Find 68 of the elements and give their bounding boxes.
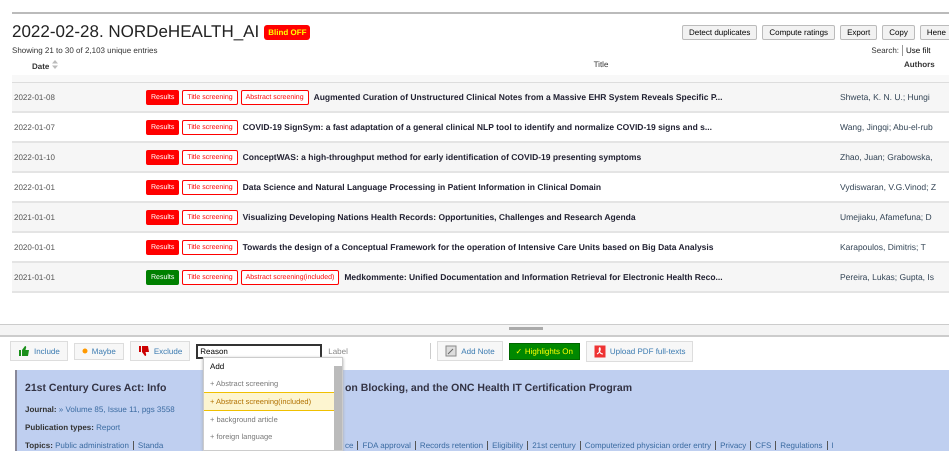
title-cell: Visualizing Developing Nations Health Records: Opportunities, Challenges and Research Agenda bbox=[242, 212, 636, 222]
date-cell-text: 2022-01-01 bbox=[13, 182, 56, 192]
title-cell: COVID-19 SignSym: a fast adaptation of a general clinical NLP tool to identify and normalize COVID-19 signs and s... bbox=[242, 122, 712, 132]
maybe-button[interactable]: Maybe bbox=[74, 342, 124, 360]
action-button[interactable]: Copy bbox=[882, 24, 915, 40]
journal-label: Journal: bbox=[25, 405, 57, 414]
dot-icon bbox=[82, 348, 88, 354]
pdf-icon bbox=[594, 344, 606, 358]
topic-link[interactable]: I bbox=[826, 441, 834, 450]
column-header[interactable]: Authors bbox=[850, 60, 935, 71]
reason-field[interactable]: Reason bbox=[196, 344, 322, 358]
column-header[interactable]: Title bbox=[352, 60, 850, 71]
thumbs-down-icon bbox=[138, 345, 150, 357]
authors-cell-text: Karapoulos, Dimitris; T bbox=[839, 242, 926, 252]
add-note-button[interactable]: Add Note bbox=[437, 341, 503, 361]
include-button[interactable]: Include bbox=[10, 341, 68, 361]
topic-link[interactable]: 21st century bbox=[527, 441, 576, 450]
date-cell-text: 2022-01-08 bbox=[13, 92, 56, 102]
label-text: Label bbox=[328, 346, 349, 356]
upload-button[interactable]: Upload PDF full-texts bbox=[586, 340, 694, 362]
date-cell-text: 2021-01-01 bbox=[13, 212, 56, 222]
highlights-button[interactable]: ✓ Highlights On bbox=[508, 342, 580, 360]
scrollbar[interactable] bbox=[334, 366, 342, 450]
topic-link[interactable]: ce bbox=[345, 441, 354, 450]
sort-icon[interactable] bbox=[52, 60, 58, 69]
topic-link[interactable]: Records retention bbox=[414, 441, 484, 450]
publication-type-label: Publication types: bbox=[25, 423, 94, 432]
title-cell: Augmented Curation of Unstructured Clinical Notes from a Massive EHR System Reveals Specific P... bbox=[314, 92, 722, 102]
blind-badge: Blind OFF bbox=[264, 24, 310, 40]
topic-link[interactable]: Eligibility bbox=[487, 441, 524, 450]
search-label: Search: bbox=[871, 46, 899, 55]
review-title: 2022-02-28. NORDeHEALTH_AI bbox=[12, 22, 260, 42]
topic-link[interactable]: Computerized physician order entry bbox=[580, 441, 712, 450]
authors-cell-text: Umejiaku, Afamefuna; D bbox=[839, 212, 932, 222]
publication-type: Report bbox=[96, 423, 120, 432]
dropdown-heading: Add bbox=[209, 361, 226, 373]
title-cell: Data Science and Natural Language Processing in Patient Information in Clinical Domain bbox=[242, 182, 602, 192]
date-cell-text: 2020-01-01 bbox=[13, 242, 56, 252]
authors-cell-text: Zhao, Juan; Grabowska, bbox=[839, 152, 933, 162]
note-icon bbox=[445, 345, 458, 357]
topic-link[interactable]: Privacy bbox=[715, 441, 746, 450]
article-title: 21st Century Cures Act: Info bbox=[25, 382, 166, 394]
title-cell: Towards the design of a Conceptual Framework for the operation of Intensive Care Units based on Big Data Analysis bbox=[242, 242, 714, 252]
authors-cell-text: Wang, Jingqi; Abu-el-rub bbox=[839, 122, 933, 132]
column-header[interactable]: Date bbox=[32, 62, 50, 71]
authors-cell-text: Vydiswaran, V.G.Vinod; Z bbox=[839, 182, 936, 192]
topic-link[interactable]: CFS bbox=[750, 441, 772, 450]
exclude-button[interactable]: Exclude bbox=[130, 341, 190, 361]
authors-cell-text: Shweta, K. N. U.; Hungi bbox=[839, 92, 930, 102]
authors-cell-text: Pereira, Lukas; Gupta, Is bbox=[839, 272, 934, 282]
title-cell: ConceptWAS: a high-throughput method for early identification of COVID-19 presenting symptoms bbox=[242, 152, 642, 162]
title-cell: Medkommente: Unified Documentation and Information Retrieval for Electronic Health Reco... bbox=[344, 272, 723, 282]
action-button[interactable]: Export bbox=[840, 24, 878, 40]
journal-text: » Volume 85, Issue 11, pgs 3558 bbox=[58, 405, 175, 414]
thumbs-up-icon bbox=[18, 345, 30, 357]
topics-label: Topics: bbox=[25, 441, 53, 450]
date-cell-text: 2022-01-10 bbox=[13, 152, 56, 162]
topic-link[interactable]: Public administration bbox=[55, 441, 129, 450]
topic-link[interactable]: Standa bbox=[132, 441, 164, 450]
entries-info: Showing 21 to 30 of 2,103 unique entries bbox=[12, 46, 158, 55]
topic-link[interactable]: FDA approval bbox=[357, 441, 411, 450]
topic-link[interactable]: Regulations bbox=[775, 441, 823, 450]
action-button[interactable]: Compute ratings bbox=[762, 24, 836, 40]
action-button[interactable]: Hene bbox=[920, 24, 949, 40]
article-title: on Blocking, and the ONC Health IT Certification Program bbox=[345, 382, 632, 394]
date-cell-text: 2021-01-01 bbox=[13, 272, 56, 282]
date-cell-text: 2022-01-07 bbox=[13, 122, 56, 132]
action-button[interactable]: Detect duplicates bbox=[682, 24, 758, 40]
